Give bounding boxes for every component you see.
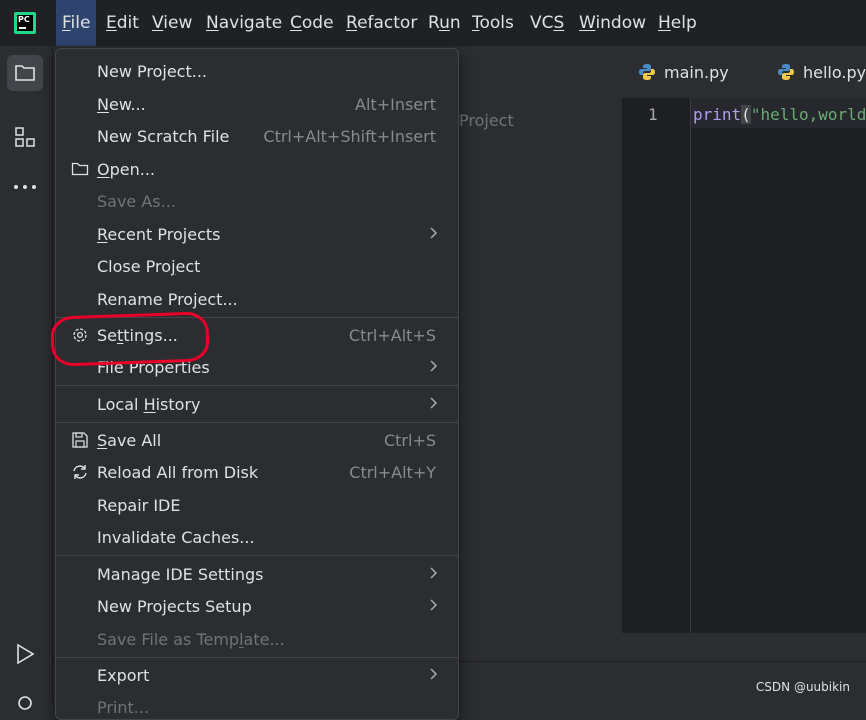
code-paren: ( [741, 105, 751, 124]
chevron-right-icon [430, 360, 438, 372]
code-line[interactable]: print("hello,world [693, 105, 866, 124]
project-folder-icon[interactable] [7, 55, 43, 91]
tab-label: hello.py [803, 62, 866, 82]
more-tools-icon[interactable] [7, 169, 43, 205]
menu-item-new-scratch-file[interactable]: New Scratch File Ctrl+Alt+Shift+Insert [56, 120, 458, 152]
menu-item-settings[interactable]: Settings... Ctrl+Alt+S [56, 319, 458, 351]
menu-refactor[interactable]: Refactor [346, 12, 417, 34]
chevron-right-icon [430, 668, 438, 680]
menu-edit[interactable]: Edit [106, 12, 139, 34]
python-icon [778, 64, 794, 80]
save-icon [72, 432, 88, 448]
project-pane-title: Project [459, 111, 514, 130]
reload-icon [73, 465, 87, 479]
tool-strip [0, 46, 53, 710]
shortcut-label: Alt+Insert [355, 95, 436, 114]
chevron-right-icon [430, 227, 438, 239]
menu-item-close-project[interactable]: Close Project [56, 250, 458, 282]
menu-item-new[interactable]: New... Alt+Insert [56, 88, 458, 120]
menu-item-open[interactable]: Open... [56, 153, 458, 185]
editor-tab-bar: main.py hello.py [622, 46, 866, 99]
menu-file[interactable]: File [56, 0, 97, 46]
menu-item-local-history[interactable]: Local History [56, 388, 458, 420]
menu-item-rename-project[interactable]: Rename Project... [56, 283, 458, 315]
debug-icon[interactable] [7, 684, 43, 720]
gear-icon [73, 328, 87, 342]
menu-window[interactable]: Window [579, 12, 646, 34]
menu-view[interactable]: View [152, 12, 192, 34]
line-number: 1 [648, 105, 658, 124]
menu-code[interactable]: Code [290, 12, 334, 34]
watermark: CSDN @uubikin [755, 680, 850, 694]
menu-vcs[interactable]: VCS [530, 12, 564, 34]
menu-separator [56, 657, 458, 658]
code-editor[interactable]: 1 print("hello,world [622, 98, 866, 633]
menu-item-recent-projects[interactable]: Recent Projects [56, 218, 458, 250]
menu-item-new-project[interactable]: New Project... [56, 55, 458, 87]
menu-item-reload-all-from-disk[interactable]: Reload All from Disk Ctrl+Alt+Y [56, 456, 458, 488]
shortcut-label: Ctrl+S [383, 431, 436, 450]
file-menu: New Project... New... Alt+Insert New Scra… [55, 48, 459, 720]
menu-separator [56, 422, 458, 423]
shortcut-label: Ctrl+Alt+Y [349, 463, 436, 482]
tab-main-py[interactable]: main.py [638, 46, 729, 98]
menu-separator [56, 385, 458, 386]
title-bar: PC File Edit View Navigate Code Refactor… [0, 0, 866, 46]
menu-tools[interactable]: Tools [472, 12, 514, 34]
chevron-right-icon [430, 599, 438, 611]
menu-item-invalidate-caches[interactable]: Invalidate Caches... [56, 521, 458, 553]
logo-text: PC [18, 15, 30, 24]
menu-item-manage-ide-settings[interactable]: Manage IDE Settings [56, 558, 458, 590]
run-icon[interactable] [7, 636, 43, 672]
menu-separator [56, 317, 458, 318]
menu-item-file-properties[interactable]: File Properties [56, 351, 458, 383]
folder-icon [71, 162, 89, 176]
menu-item-save-all[interactable]: Save All Ctrl+S [56, 424, 458, 456]
menu-help[interactable]: Help [658, 12, 697, 34]
menu-item-new-projects-setup[interactable]: New Projects Setup [56, 590, 458, 622]
menu-item-save-as: Save As... [97, 192, 176, 211]
shortcut-label: Ctrl+Alt+S [348, 326, 436, 345]
tab-label: main.py [664, 62, 729, 82]
tab-hello-py[interactable]: hello.py [777, 46, 866, 98]
line-gutter: 1 [622, 98, 691, 633]
menu-item-repair-ide[interactable]: Repair IDE [56, 489, 458, 521]
structure-icon[interactable] [7, 119, 43, 155]
pycharm-logo-icon[interactable]: PC [14, 12, 36, 34]
code-function: print [693, 105, 742, 124]
code-string: "hello,world [750, 105, 866, 124]
menu-item-export[interactable]: Export [56, 659, 458, 691]
shortcut-label: Ctrl+Alt+Shift+Insert [263, 127, 436, 146]
menu-item-print: Print... [97, 698, 150, 717]
chevron-right-icon [430, 397, 438, 409]
menu-item-save-file-as-template: Save File as Template... [97, 630, 285, 649]
chevron-right-icon [430, 567, 438, 579]
menu-run[interactable]: Run [428, 12, 461, 34]
menu-separator [56, 555, 458, 556]
python-icon [639, 64, 655, 80]
menu-navigate[interactable]: Navigate [206, 12, 282, 34]
